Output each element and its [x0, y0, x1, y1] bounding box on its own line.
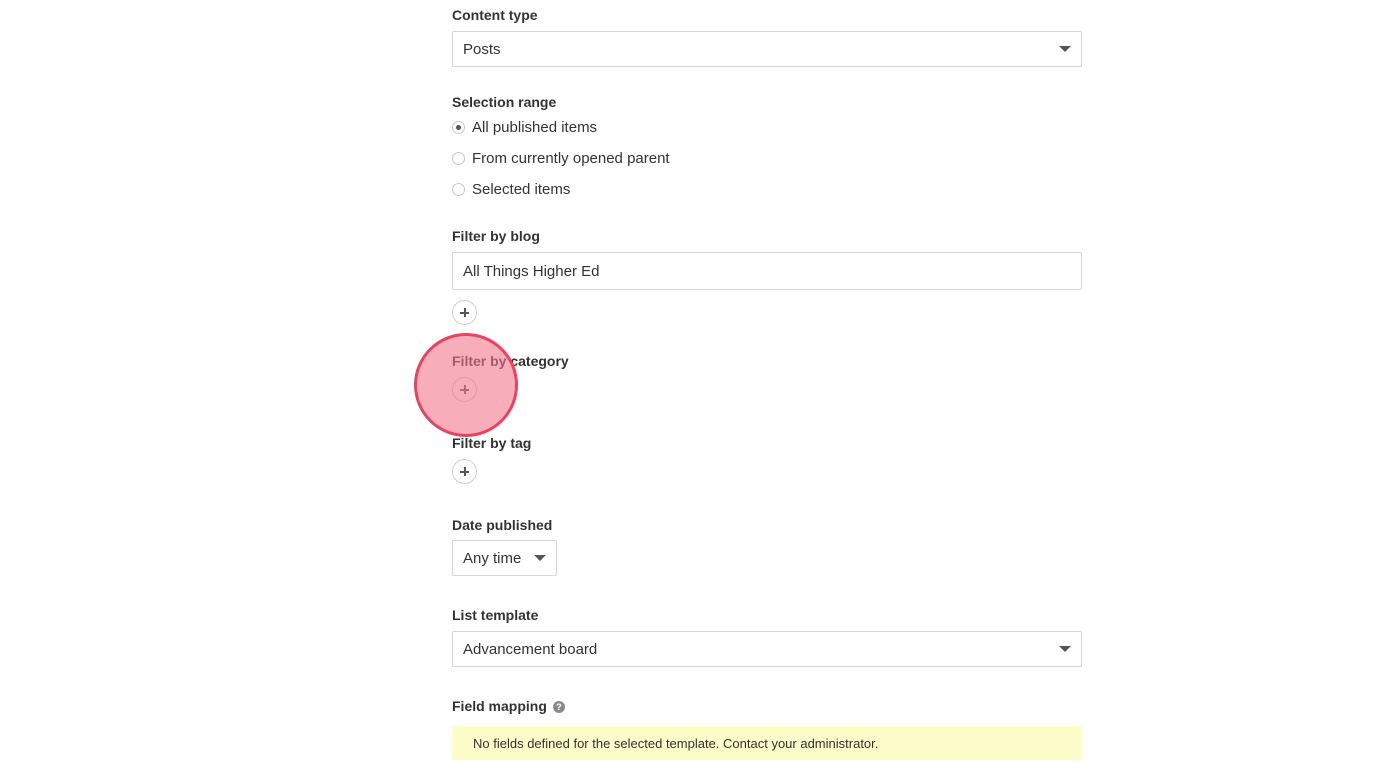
content-type-value: Posts	[463, 40, 501, 58]
field-mapping-notice: No fields defined for the selected templ…	[452, 726, 1082, 760]
add-blog-filter-button[interactable]	[452, 300, 477, 325]
radio-all-published[interactable]: All published items	[452, 119, 597, 136]
radio-button-checked[interactable]	[452, 121, 465, 134]
radio-selected-items[interactable]: Selected items	[452, 181, 570, 198]
radio-button[interactable]	[452, 183, 465, 196]
field-mapping-notice-text: No fields defined for the selected templ…	[473, 735, 879, 751]
chevron-down-icon	[534, 555, 546, 561]
list-template-value: Advancement board	[463, 640, 598, 658]
list-template-select[interactable]: Advancement board	[452, 631, 1082, 667]
field-mapping-label-text: Field mapping	[452, 698, 547, 714]
radio-button[interactable]	[452, 152, 465, 165]
chevron-down-icon	[1059, 46, 1071, 52]
date-published-label: Date published	[452, 517, 553, 533]
content-type-label: Content type	[452, 7, 538, 23]
radio-label: All published items	[472, 119, 598, 136]
filter-by-blog-label: Filter by blog	[452, 228, 540, 244]
content-type-select[interactable]: Posts	[452, 31, 1082, 67]
filter-by-tag-label: Filter by tag	[452, 435, 532, 451]
radio-from-parent[interactable]: From currently opened parent	[452, 150, 670, 167]
question-circle-icon[interactable]: ?	[552, 701, 565, 713]
radio-label: From currently opened parent	[472, 150, 670, 167]
radio-label: Selected items	[472, 181, 571, 198]
date-published-value: Any time	[463, 549, 522, 567]
list-template-label: List template	[452, 607, 539, 623]
add-tag-filter-button[interactable]	[452, 459, 477, 484]
chevron-down-icon	[1059, 646, 1071, 652]
field-mapping-label: Field mapping?	[452, 698, 565, 714]
filter-by-blog-value: All Things Higher Ed	[463, 262, 600, 280]
filter-by-blog-field[interactable]: All Things Higher Ed	[452, 252, 1082, 290]
date-published-select[interactable]: Any time	[452, 540, 557, 576]
filter-by-category-label: Filter by category	[452, 353, 569, 369]
add-category-filter-button[interactable]	[452, 377, 477, 402]
selection-range-label: Selection range	[452, 94, 557, 110]
